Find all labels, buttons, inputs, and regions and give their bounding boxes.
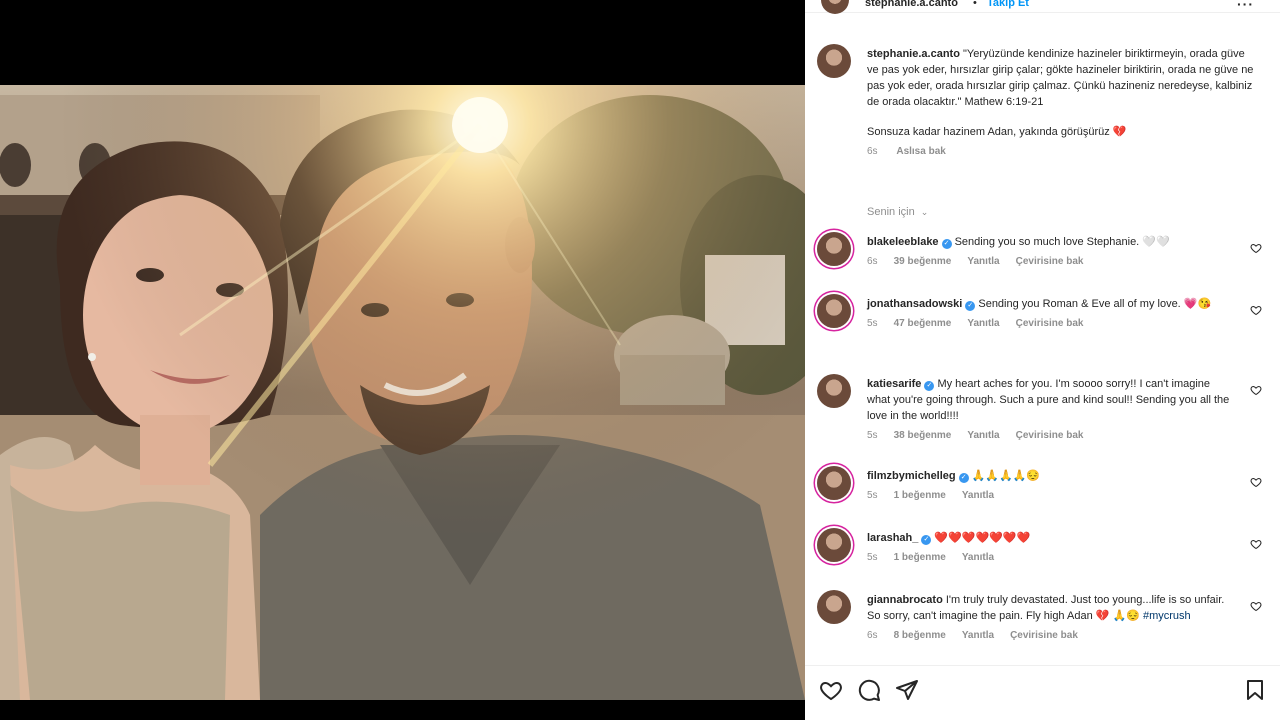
bookmark-icon[interactable]: [1243, 678, 1267, 702]
share-icon[interactable]: [895, 678, 919, 702]
verified-badge-icon: ✓: [958, 473, 969, 483]
comment-like-heart-icon[interactable]: [1250, 538, 1262, 550]
translate-link[interactable]: Çevirisine bak: [1016, 318, 1084, 329]
commenter-avatar[interactable]: [817, 294, 851, 328]
comment-username[interactable]: katiesarife: [867, 378, 921, 390]
heart-icon[interactable]: [819, 678, 843, 702]
comment-time[interactable]: 6s: [867, 256, 878, 267]
comment-likes[interactable]: 1 beğenme: [894, 552, 946, 563]
comment-text: Sending you Roman & Eve all of my love. …: [978, 298, 1212, 310]
comment-time[interactable]: 5s: [867, 318, 878, 329]
comment-time[interactable]: 5s: [867, 552, 878, 563]
caption-avatar[interactable]: [817, 44, 851, 78]
comment-time[interactable]: 5s: [867, 490, 878, 501]
commenter-avatar[interactable]: [817, 374, 851, 408]
commenter-avatar[interactable]: [817, 528, 851, 562]
comment-likes[interactable]: 1 beğenme: [894, 490, 946, 501]
caption-line2: Sonsuza kadar hazinem Adan, yakında görü…: [867, 126, 1110, 138]
commenter-avatar[interactable]: [817, 466, 851, 500]
comment-username[interactable]: jonathansadowski: [867, 298, 962, 310]
comment-username[interactable]: larashah_: [867, 532, 918, 544]
author-username[interactable]: stephanie.a.canto: [865, 0, 958, 9]
reply-button[interactable]: Yanıtla: [962, 490, 994, 501]
chevron-down-icon: ⌄: [920, 207, 929, 217]
comment-username[interactable]: filmzbymichelleg: [867, 470, 956, 482]
photo-illustration: [0, 85, 805, 700]
comment-like-heart-icon[interactable]: [1250, 384, 1262, 396]
comment-likes[interactable]: 39 beğenme: [894, 256, 952, 267]
reply-button[interactable]: Yanıtla: [967, 318, 999, 329]
comment-like-heart-icon[interactable]: [1250, 304, 1262, 316]
comment-likes[interactable]: 8 beğenme: [894, 630, 946, 641]
caption-time[interactable]: 6s: [867, 146, 878, 157]
verified-badge-icon: ✓: [921, 535, 932, 545]
comment-username[interactable]: blakeleeblake: [867, 236, 939, 248]
comment-icon[interactable]: [857, 678, 881, 702]
post-media-pane: [0, 0, 805, 720]
comment-text: Sending you so much love Stephanie. 🤍🤍: [954, 236, 1170, 248]
post-sidebar: stephanie.a.canto • Takip Et ··· stephan…: [805, 0, 1280, 720]
action-bar: [805, 665, 1280, 720]
translate-link[interactable]: Çevirisine bak: [1010, 630, 1078, 641]
comment-hashtag[interactable]: #mycrush: [1143, 610, 1191, 622]
comment-text: ❤️❤️❤️❤️❤️❤️❤️: [934, 532, 1031, 544]
verified-badge-icon: ✓: [965, 301, 976, 311]
for-you-label: Senin için: [867, 206, 915, 218]
comment-like-heart-icon[interactable]: [1250, 476, 1262, 488]
for-you-filter[interactable]: Senin için ⌄: [867, 206, 928, 218]
commenter-avatar[interactable]: [817, 232, 851, 266]
comment-likes[interactable]: 47 beğenme: [894, 318, 952, 329]
translate-link[interactable]: Çevirisine bak: [1016, 256, 1084, 267]
reply-button[interactable]: Yanıtla: [962, 552, 994, 563]
post-photo[interactable]: [0, 85, 805, 700]
broken-heart-emoji: 💔: [1112, 126, 1127, 138]
post-header: stephanie.a.canto • Takip Et ···: [805, 0, 1280, 14]
comment-likes[interactable]: 38 beğenme: [894, 430, 952, 441]
comment-time[interactable]: 6s: [867, 630, 878, 641]
follow-button[interactable]: Takip Et: [987, 0, 1029, 9]
more-icon[interactable]: ···: [1237, 0, 1254, 12]
translate-link[interactable]: Çevirisine bak: [1016, 430, 1084, 441]
verified-badge-icon: ✓: [941, 239, 952, 249]
caption-username[interactable]: stephanie.a.canto: [867, 48, 960, 60]
comment-like-heart-icon[interactable]: [1250, 242, 1262, 254]
reply-button[interactable]: Yanıtla: [962, 630, 994, 641]
commenter-avatar[interactable]: [817, 590, 851, 624]
header-separator: •: [973, 0, 977, 9]
reply-button[interactable]: Yanıtla: [967, 430, 999, 441]
author-avatar[interactable]: [821, 0, 849, 14]
see-translation-link[interactable]: Aslısa bak: [896, 146, 945, 157]
verified-badge-icon: ✓: [924, 381, 935, 391]
reply-button[interactable]: Yanıtla: [967, 256, 999, 267]
comment-time[interactable]: 5s: [867, 430, 878, 441]
comment-like-heart-icon[interactable]: [1250, 600, 1262, 612]
comment-username[interactable]: giannabrocato: [867, 594, 943, 606]
comment-text: 🙏🙏🙏🙏😔: [971, 470, 1041, 482]
